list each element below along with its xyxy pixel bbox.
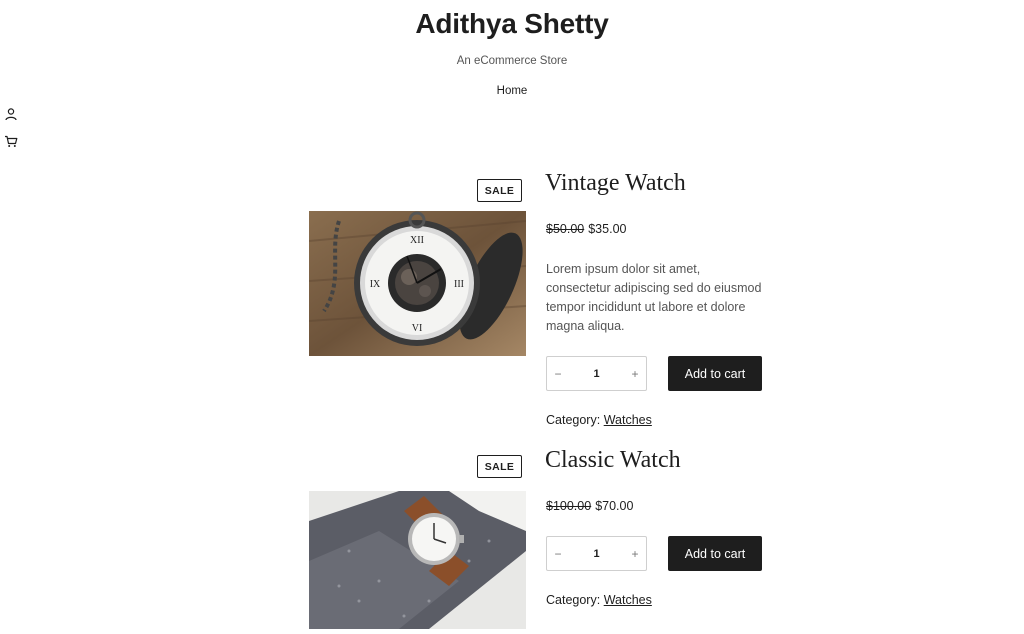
sale-price: $70.00 <box>595 499 634 513</box>
quantity-input[interactable]: 1 <box>593 548 599 560</box>
category-link[interactable]: Watches <box>604 593 652 607</box>
pocket-watch-photo: XII III VI IX <box>309 211 526 356</box>
add-to-cart-button[interactable]: Add to cart <box>668 356 762 391</box>
product-description: Lorem ipsum dolor sit amet, consectetur … <box>546 262 762 333</box>
product-title[interactable]: Vintage Watch <box>545 170 686 197</box>
product-category: Category: Watches <box>546 593 652 607</box>
add-to-cart-button[interactable]: Add to cart <box>668 536 762 571</box>
page: Adithya Shetty An eCommerce Store Home S… <box>0 0 1024 634</box>
product-price: $50.00 $35.00 <box>546 222 626 236</box>
sale-price: $35.00 <box>588 222 627 236</box>
sale-badge: SALE <box>477 455 522 478</box>
quantity-decrease-button[interactable]: − <box>547 547 569 561</box>
product-image[interactable]: XII III VI IX <box>309 211 526 356</box>
svg-text:XII: XII <box>410 235 424 246</box>
site-tagline: An eCommerce Store <box>456 55 568 67</box>
account-icon[interactable] <box>4 107 18 121</box>
quantity-stepper: − 1 + <box>546 356 647 391</box>
product-category: Category: Watches <box>546 413 652 427</box>
svg-text:VI: VI <box>412 323 423 334</box>
main-nav: Home <box>0 85 1024 97</box>
quantity-increase-button[interactable]: + <box>624 547 646 561</box>
old-price: $50.00 <box>546 222 585 236</box>
category-label: Category: <box>546 593 601 607</box>
wrist-watch-photo <box>309 491 526 629</box>
quantity-input[interactable]: 1 <box>593 368 599 380</box>
svg-text:IX: IX <box>370 279 381 290</box>
product-price: $100.00 $70.00 <box>546 499 633 513</box>
product-title[interactable]: Classic Watch <box>545 447 681 474</box>
category-link[interactable]: Watches <box>604 413 652 427</box>
old-price: $100.00 <box>546 499 592 513</box>
quantity-decrease-button[interactable]: − <box>547 367 569 381</box>
quantity-stepper: − 1 + <box>546 536 647 571</box>
svg-text:III: III <box>454 279 464 290</box>
nav-home-link[interactable]: Home <box>497 85 528 97</box>
product-image[interactable] <box>309 491 526 629</box>
sale-badge: SALE <box>477 179 522 202</box>
cart-icon[interactable] <box>4 134 18 148</box>
quantity-increase-button[interactable]: + <box>624 367 646 381</box>
category-label: Category: <box>546 413 601 427</box>
site-title[interactable]: Adithya Shetty <box>0 8 1024 40</box>
